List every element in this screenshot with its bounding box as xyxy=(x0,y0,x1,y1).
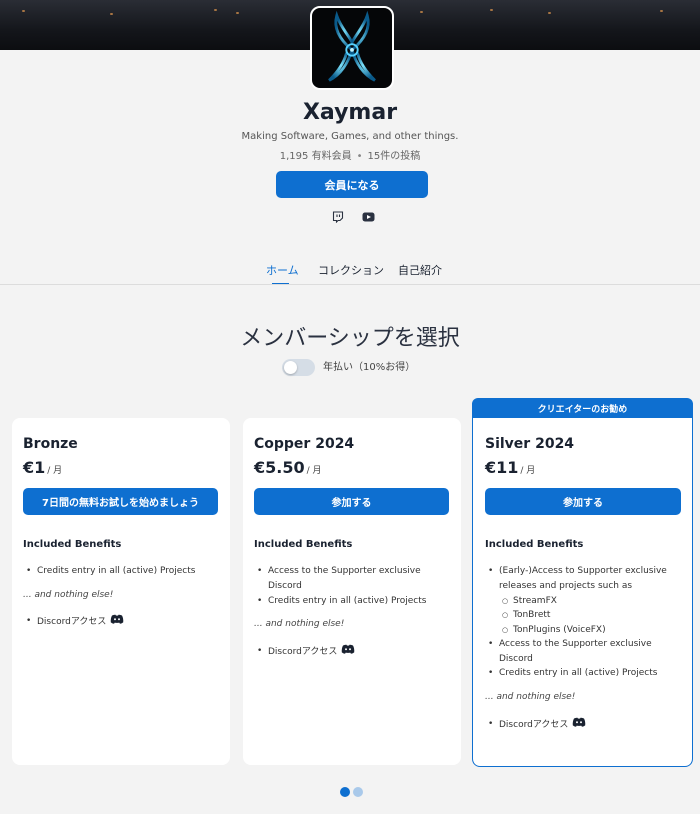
benefit-item: (Early-)Access to Supporter exclusive xyxy=(488,564,667,578)
benefit-item: Credits entry in all (active) Projects xyxy=(26,564,195,578)
discord-icon xyxy=(110,614,124,629)
tier-price: €1/ 月 xyxy=(23,458,63,477)
benefits-heading: Included Benefits xyxy=(485,539,584,550)
creator-tagline: Making Software, Games, and other things… xyxy=(241,131,459,142)
tabs-divider xyxy=(0,284,700,285)
tab-collections[interactable]: コレクション xyxy=(318,262,384,278)
discord-icon xyxy=(572,717,586,732)
annual-billing-toggle[interactable] xyxy=(282,359,315,376)
youtube-icon[interactable] xyxy=(361,210,375,224)
creator-avatar xyxy=(310,6,394,90)
pager-dot-active[interactable] xyxy=(340,787,350,797)
benefit-item: Credits entry in all (active) Projects xyxy=(488,666,657,680)
benefit-item-continued: releases and projects such as xyxy=(499,581,633,591)
benefit-item: Access to the Supporter exclusive xyxy=(488,637,652,651)
join-button[interactable]: 会員になる xyxy=(276,171,428,198)
tier-price: €11/ 月 xyxy=(485,458,536,477)
tier-name: Bronze xyxy=(23,436,78,452)
benefit-subitem: TonPlugins (VoiceFX) xyxy=(502,623,606,637)
benefit-item: Access to the Supporter exclusive xyxy=(257,564,421,578)
post-count[interactable]: 15件の投稿 xyxy=(367,151,420,162)
discord-benefit: Discordアクセス xyxy=(26,614,124,629)
tier-price: €5.50/ 月 xyxy=(254,458,322,477)
toggle-knob xyxy=(284,361,297,374)
tab-about[interactable]: 自己紹介 xyxy=(398,262,442,278)
benefits-note: ... and nothing else! xyxy=(485,692,576,702)
benefits-note: ... and nothing else! xyxy=(254,619,345,629)
free-trial-button[interactable]: 7日間の無料お試しを始めましょう xyxy=(23,488,218,515)
tier-name: Copper 2024 xyxy=(254,436,355,452)
join-tier-button[interactable]: 参加する xyxy=(485,488,681,515)
tier-name: Silver 2024 xyxy=(485,436,575,452)
membership-title: メンバーシップを選択 xyxy=(240,326,460,351)
creator-stats: 1,195 有料会員 • 15件の投稿 xyxy=(279,151,421,162)
profile-tabs: ホーム コレクション 自己紹介 xyxy=(0,262,700,285)
creator-name: Xaymar xyxy=(302,100,398,125)
creator-logo xyxy=(328,10,376,82)
annual-billing-label: 年払い（10%お得） xyxy=(323,362,416,373)
benefit-subitem: TonBrett xyxy=(502,608,551,622)
pager-dot[interactable] xyxy=(353,787,363,797)
benefit-item-continued: Discord xyxy=(499,654,533,664)
tab-home[interactable]: ホーム xyxy=(266,262,299,278)
twitch-icon[interactable] xyxy=(331,210,345,224)
join-tier-button[interactable]: 参加する xyxy=(254,488,449,515)
discord-benefit: Discordアクセス xyxy=(488,717,586,732)
benefit-subitem: StreamFX xyxy=(502,594,557,608)
recommended-badge: クリエイターのお勧め xyxy=(472,398,693,418)
benefits-heading: Included Benefits xyxy=(23,539,122,550)
discord-icon xyxy=(341,644,355,659)
benefit-item: Credits entry in all (active) Projects xyxy=(257,594,426,608)
benefit-item-continued: Discord xyxy=(268,581,302,591)
benefits-note: ... and nothing else! xyxy=(23,590,114,600)
benefits-heading: Included Benefits xyxy=(254,539,353,550)
discord-benefit: Discordアクセス xyxy=(257,644,355,659)
member-count: 1,195 有料会員 xyxy=(279,151,352,162)
